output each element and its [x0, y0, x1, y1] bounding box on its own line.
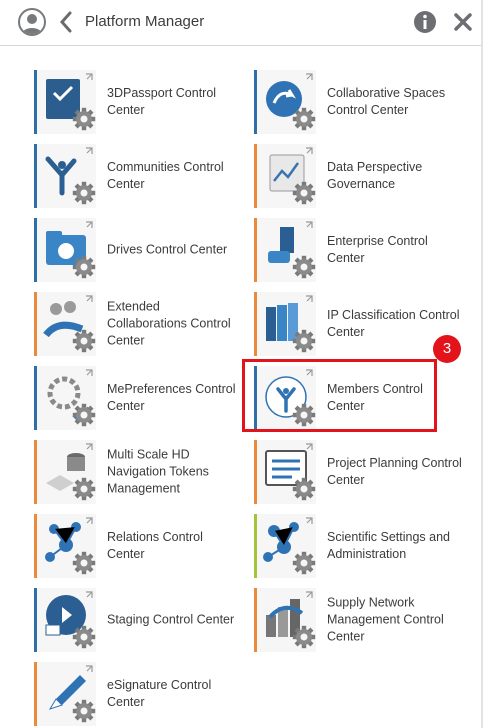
open-external-icon: [86, 73, 93, 80]
app-tile-label: Multi Scale HD Navigation Tokens Managem…: [107, 447, 209, 496]
app-tile[interactable]: Communities Control Center: [34, 144, 244, 208]
app-tile-label: Drives Control Center: [107, 242, 228, 257]
app-tile[interactable]: MePreferences Control Center: [34, 366, 244, 430]
project-planning-icon: [254, 440, 316, 504]
app-tile[interactable]: Multi Scale HD Navigation Tokens Managem…: [34, 440, 244, 504]
app-tile[interactable]: Collaborative Spaces Control Center: [254, 70, 464, 134]
app-tile[interactable]: eSignature Control Center: [34, 662, 244, 726]
app-tile[interactable]: Extended Collaborations Control Center: [34, 292, 244, 356]
step-badge: 3: [433, 335, 461, 363]
top-bar: Platform Manager: [0, 0, 481, 46]
app-tile[interactable]: Scientific Settings and Administration: [254, 514, 464, 578]
open-external-icon: [306, 221, 313, 228]
app-tile[interactable]: Staging Control Center: [34, 588, 244, 652]
supply-network-icon: [254, 588, 316, 652]
user-avatar-icon[interactable]: [18, 8, 46, 36]
enterprise-gear-icon: [254, 218, 316, 282]
app-tile-label: Collaborative Spaces Control Center: [327, 86, 446, 117]
close-icon[interactable]: [452, 11, 474, 33]
app-tile[interactable]: 3DPassport Control Center: [34, 70, 244, 134]
app-tile-label: Staging Control Center: [107, 612, 235, 627]
open-external-icon: [306, 591, 313, 598]
app-tile-label: Project Planning Control Center: [327, 456, 462, 487]
open-external-icon: [86, 517, 93, 524]
app-tile[interactable]: Data Perspective Governance: [254, 144, 464, 208]
communities-gear-icon: [34, 144, 96, 208]
app-tile-label: Supply Network Management Control Center: [327, 595, 444, 644]
open-external-icon: [86, 369, 93, 376]
open-external-icon: [86, 221, 93, 228]
app-tile[interactable]: Drives Control Center: [34, 218, 244, 282]
open-external-icon: [86, 591, 93, 598]
open-external-icon: [86, 147, 93, 154]
mepreferences-icon: [34, 366, 96, 430]
app-tile-label: eSignature Control Center: [107, 678, 212, 709]
app-tile-label: Scientific Settings and Administration: [327, 530, 450, 561]
collab-spaces-gear-icon: [254, 70, 316, 134]
app-tile-label: 3DPassport Control Center: [107, 86, 217, 117]
app-tile-label: Enterprise Control Center: [327, 234, 428, 265]
multiscale-tokens-icon: [34, 440, 96, 504]
app-tile[interactable]: Supply Network Management Control Center: [254, 588, 464, 652]
open-external-icon: [306, 295, 313, 302]
open-external-icon: [306, 73, 313, 80]
app-tile-label: MePreferences Control Center: [107, 382, 236, 413]
data-perspective-icon: [254, 144, 316, 208]
scientific-settings-icon: [254, 514, 316, 578]
staging-gear-icon: [34, 588, 96, 652]
open-external-icon: [306, 443, 313, 450]
open-external-icon: [306, 517, 313, 524]
app-tile[interactable]: Relations Control Center: [34, 514, 244, 578]
step-highlight-box: [242, 359, 437, 432]
chevron-left-icon[interactable]: [58, 10, 74, 34]
open-external-icon: [86, 295, 93, 302]
extended-collab-icon: [34, 292, 96, 356]
esignature-icon: [34, 662, 96, 726]
app-tile-label: Relations Control Center: [107, 530, 203, 561]
app-tile-label: Communities Control Center: [107, 160, 224, 191]
app-tile[interactable]: Enterprise Control Center: [254, 218, 464, 282]
app-tile-label: Data Perspective Governance: [327, 160, 423, 191]
drives-gear-icon: [34, 218, 96, 282]
passport-gear-icon: [34, 70, 96, 134]
ip-classification-icon: [254, 292, 316, 356]
open-external-icon: [86, 665, 93, 672]
open-external-icon: [86, 443, 93, 450]
open-external-icon: [306, 147, 313, 154]
info-icon[interactable]: [413, 10, 437, 34]
app-tile-label: Extended Collaborations Control Center: [107, 299, 231, 348]
relations-gear-icon: [34, 514, 96, 578]
app-tile[interactable]: Project Planning Control Center: [254, 440, 464, 504]
page-title: Platform Manager: [85, 13, 205, 30]
